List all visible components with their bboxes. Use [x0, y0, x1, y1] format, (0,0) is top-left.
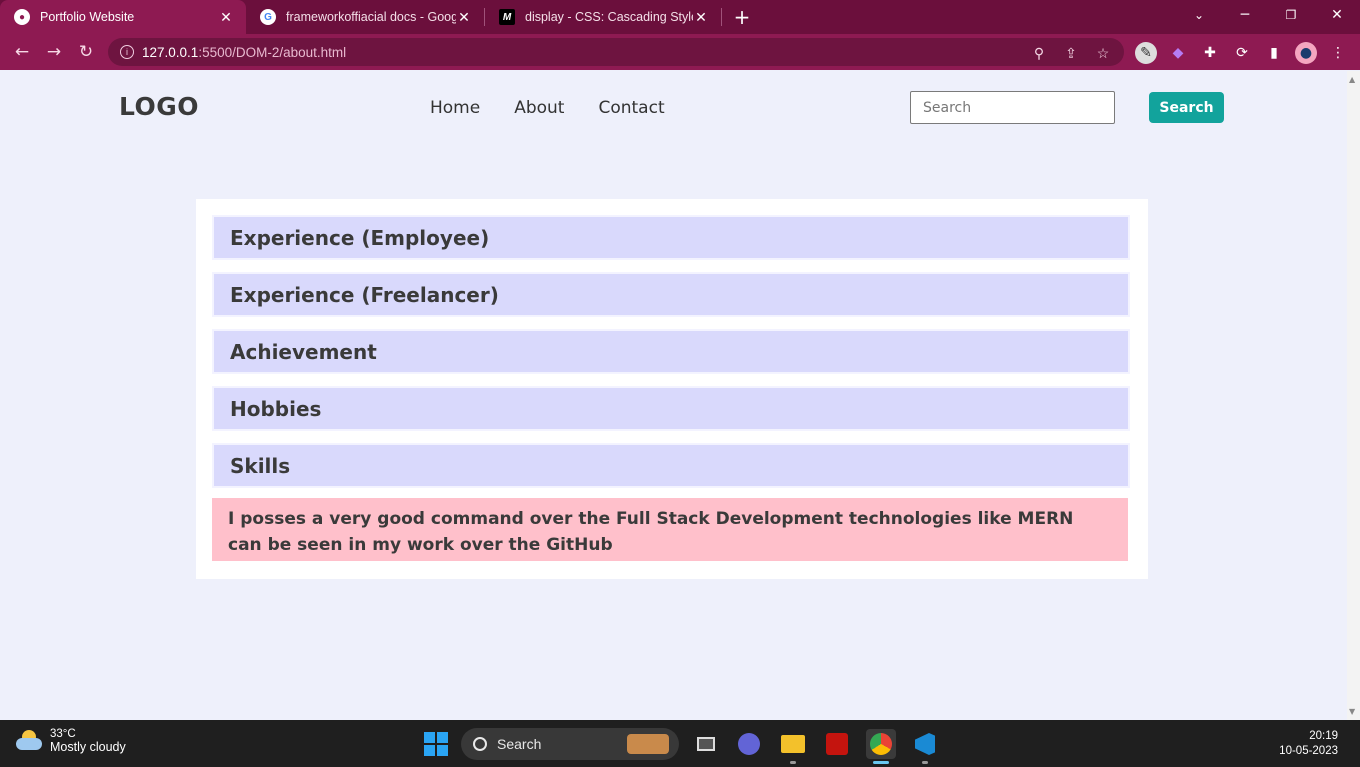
acrobat-icon[interactable] [822, 729, 852, 759]
windows-taskbar: 33°C Mostly cloudy Search 20:19 10-05-20… [0, 720, 1360, 767]
accordion-item-hobbies[interactable]: Hobbies [212, 386, 1130, 431]
taskbar-search[interactable]: Search [461, 728, 679, 760]
address-bar[interactable]: i 127.0.0.1:5500/DOM-2/about.html ⚲ ⇪ ☆ [108, 38, 1124, 66]
close-window-icon[interactable]: ✕ [1314, 0, 1360, 30]
bookmark-star-icon[interactable]: ☆ [1094, 44, 1112, 62]
reload-icon[interactable]: ↻ [70, 36, 102, 68]
weather-description: Mostly cloudy [50, 740, 126, 754]
back-arrow-icon[interactable]: ← [6, 36, 38, 68]
side-panel-icon[interactable]: ▮ [1263, 42, 1285, 64]
clock-time: 20:19 [1309, 730, 1338, 742]
scroll-down-icon[interactable]: ▼ [1349, 707, 1355, 716]
close-tab-icon[interactable]: ✕ [218, 9, 234, 26]
sync-icon[interactable]: ⟳ [1231, 42, 1253, 64]
globe-icon: ● [14, 9, 30, 25]
mdn-icon: M [499, 9, 515, 25]
tab-title: frameworkoffiacial docs - Google [286, 10, 456, 24]
search-button[interactable]: Search [1149, 92, 1224, 123]
share-icon[interactable]: ⇪ [1062, 44, 1080, 62]
close-tab-icon[interactable]: ✕ [456, 9, 472, 26]
vscode-icon[interactable] [910, 729, 940, 759]
extensions-puzzle-icon[interactable]: ✚ [1199, 42, 1221, 64]
tab-mdn-display[interactable]: M display - CSS: Cascading Style Sh ✕ [485, 0, 721, 34]
site-nav: Home About Contact [430, 98, 699, 118]
taskbar-search-label: Search [497, 736, 542, 752]
restore-icon[interactable]: ❐ [1268, 0, 1314, 30]
file-explorer-icon[interactable] [778, 729, 808, 759]
url-host: 127.0.0.1 [142, 44, 199, 60]
weather-temperature: 33°C [50, 728, 76, 740]
nav-link-contact[interactable]: Contact [598, 98, 664, 118]
accordion-item-achievement[interactable]: Achievement [212, 329, 1130, 374]
task-view-icon[interactable] [691, 729, 721, 759]
accordion: Experience (Employee) Experience (Freela… [196, 199, 1148, 579]
tab-title: display - CSS: Cascading Style Sh [525, 10, 693, 24]
extension-avatar-icon[interactable]: ✎ [1135, 42, 1157, 64]
search-input[interactable] [910, 91, 1115, 124]
google-icon: G [260, 9, 276, 25]
close-tab-icon[interactable]: ✕ [693, 9, 709, 26]
nav-link-home[interactable]: Home [430, 98, 480, 118]
running-indicator [922, 761, 928, 764]
accordion-item-experience-employee[interactable]: Experience (Employee) [212, 215, 1130, 260]
active-app-indicator [873, 761, 889, 764]
minimize-icon[interactable]: ─ [1222, 0, 1268, 30]
site-info-icon[interactable]: i [120, 45, 134, 59]
new-tab-button[interactable]: + [722, 0, 762, 34]
system-clock[interactable]: 20:19 10-05-2023 [1279, 729, 1338, 759]
chrome-icon[interactable] [866, 729, 896, 759]
search-highlight-icon [627, 734, 669, 754]
tab-google-docs[interactable]: G frameworkoffiacial docs - Google ✕ [246, 0, 484, 34]
site-logo[interactable]: LOGO [119, 92, 199, 121]
running-indicator [790, 761, 796, 764]
accordion-item-experience-freelancer[interactable]: Experience (Freelancer) [212, 272, 1130, 317]
url-path: :5500/DOM-2/about.html [198, 44, 347, 60]
profile-avatar-icon[interactable]: ● [1295, 42, 1317, 64]
teams-chat-icon[interactable] [734, 729, 764, 759]
page-scrollbar[interactable]: ▲ ▼ [1347, 71, 1360, 720]
accordion-item-skills[interactable]: Skills [212, 443, 1130, 488]
weather-widget[interactable]: 33°C Mostly cloudy [14, 728, 126, 754]
windows-start-icon[interactable] [424, 732, 448, 756]
cloudy-weather-icon [14, 728, 44, 754]
clock-date: 10-05-2023 [1279, 745, 1338, 757]
extension-gem-icon[interactable]: ◆ [1167, 42, 1189, 64]
nav-link-about[interactable]: About [514, 98, 564, 118]
browser-tab-strip: ● Portfolio Website ✕ G frameworkoffiaci… [0, 0, 1360, 34]
menu-dots-icon[interactable]: ⋮ [1327, 42, 1349, 64]
tab-search-chevron-icon[interactable]: ⌄ [1176, 0, 1222, 30]
tab-portfolio-website[interactable]: ● Portfolio Website ✕ [0, 0, 246, 34]
search-icon [473, 737, 487, 751]
scroll-up-icon[interactable]: ▲ [1349, 75, 1355, 84]
tab-title: Portfolio Website [40, 10, 135, 24]
webpage: LOGO Home About Contact Search Experienc… [0, 71, 1347, 720]
zoom-icon[interactable]: ⚲ [1030, 44, 1048, 62]
accordion-panel-skills: I posses a very good command over the Fu… [212, 498, 1128, 561]
forward-arrow-icon[interactable]: → [38, 36, 70, 68]
